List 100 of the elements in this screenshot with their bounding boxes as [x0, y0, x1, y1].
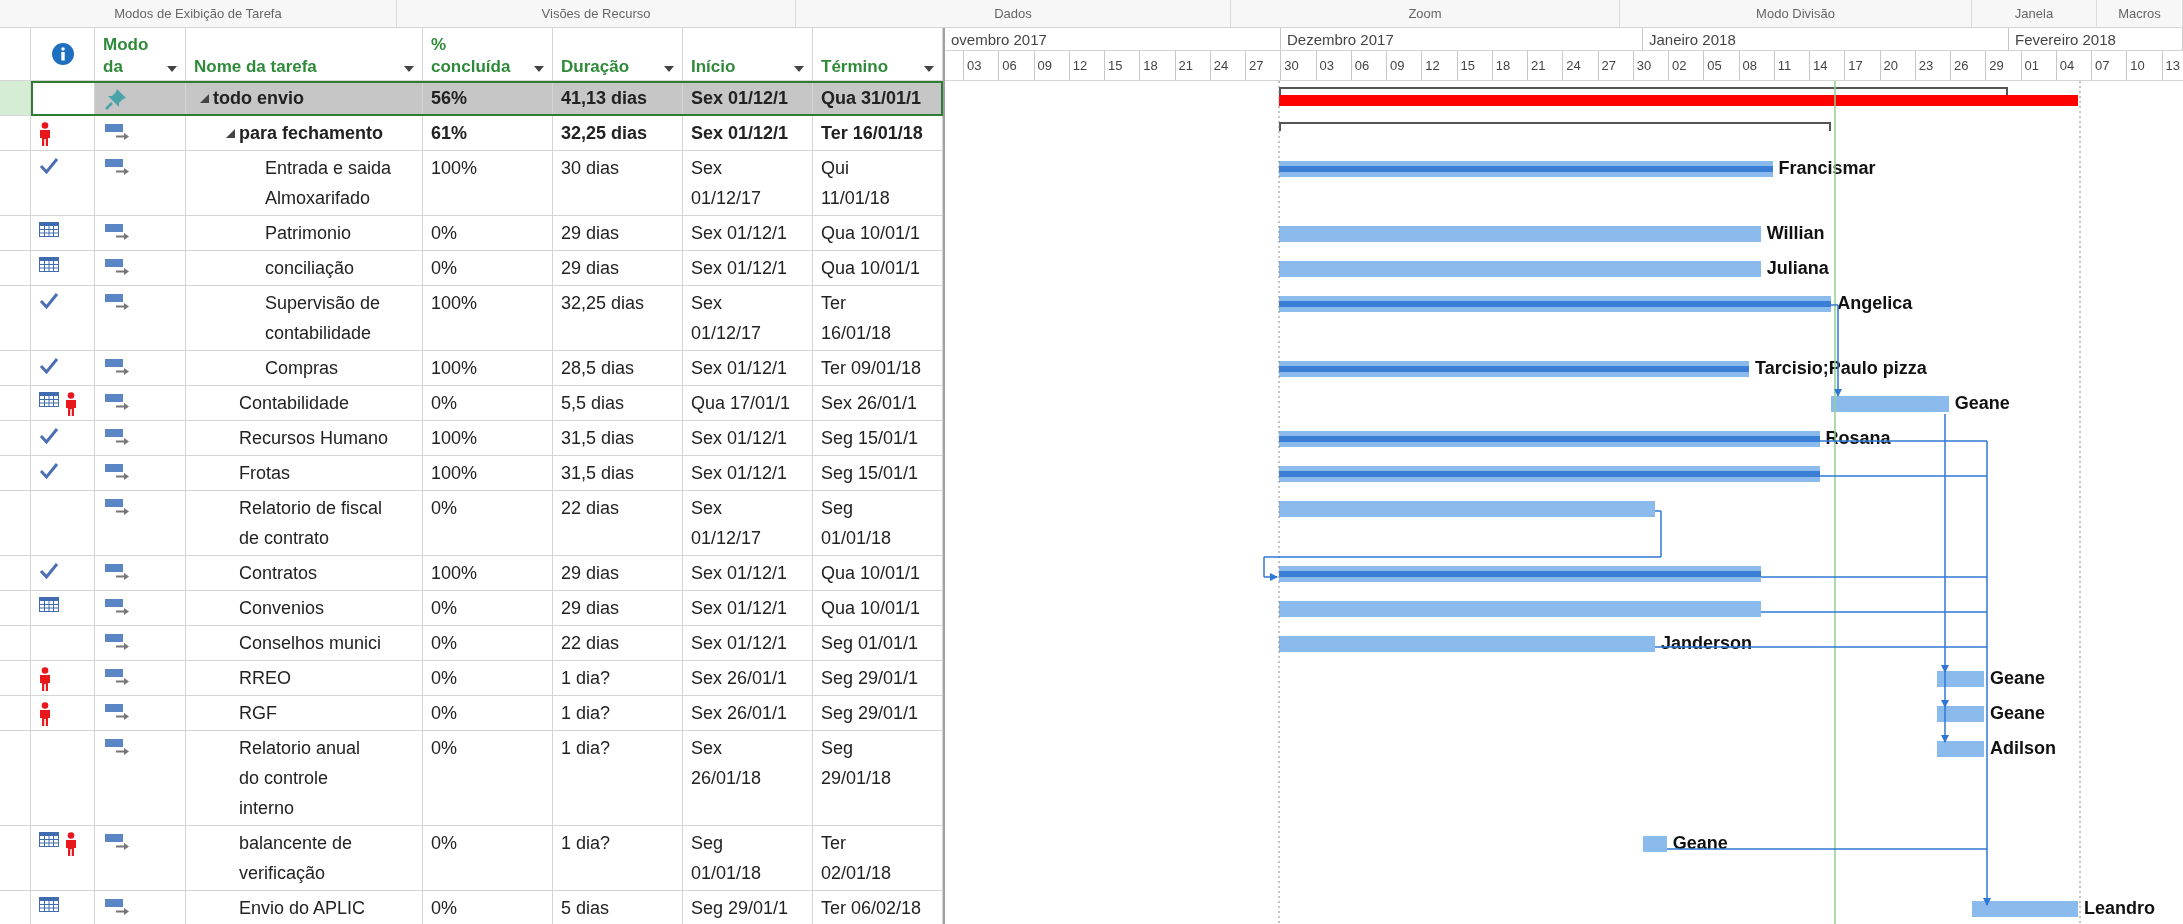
percent-complete-cell: 0% [423, 661, 553, 696]
start-date-cell-text: Sex 01/12/1 [691, 357, 789, 380]
ribbon-group-label: Zoom [1408, 4, 1442, 23]
ribbon-group-label: Janela [2014, 4, 2054, 23]
duration-cell: 29 dias [553, 216, 683, 251]
start-date-cell-text: Qua 17/01/1 [691, 392, 792, 415]
start-date-cell-text: Seg 01/01/18 [691, 832, 762, 885]
task-name: conciliação [265, 257, 355, 280]
start-date-cell-text: Sex 26/01/18 [691, 737, 762, 790]
finish-date-cell-text: Sex 26/01/1 [821, 392, 919, 415]
duration-cell: 1 dia? [553, 731, 683, 826]
duration-cell: 30 dias [553, 151, 683, 216]
day-label: 04 [2059, 56, 2075, 75]
day-label: 01 [2024, 56, 2039, 75]
percent-complete-cell: 0% [423, 626, 553, 661]
day-label: 15 [1460, 56, 1475, 75]
task-name: Contabilidade [239, 392, 350, 415]
start-date-cell-text: Sex 01/12/17 [691, 157, 762, 210]
finish-date-cell-text: Qua 10/01/1 [821, 257, 922, 280]
finish-date-cell-text: Seg 15/01/1 [821, 427, 920, 450]
month-label: Janeiro 2018 [1649, 31, 1736, 48]
resource-label: Angelica [1837, 292, 1913, 315]
ribbon-group-label: Modo Divisão [1756, 4, 1835, 23]
day-label: 09 [1037, 56, 1052, 75]
start-date-cell-text: Sex 01/12/1 [691, 222, 789, 245]
finish-date-cell-text: Seg 01/01/1 [821, 632, 920, 655]
task-name: Patrimonio [265, 222, 352, 245]
finish-date-cell-text: Ter 06/02/18 [821, 897, 923, 920]
start-date-cell-text: Sex 01/12/1 [691, 562, 789, 585]
task-name: Entrada e saida Almoxarifado [265, 157, 393, 210]
start-date-cell-text: Sex 01/12/1 [691, 462, 789, 485]
day-label: 06 [1354, 56, 1370, 75]
start-date-cell-text: Sex 01/12/1 [691, 632, 789, 655]
day-label: 24 [1213, 56, 1229, 75]
percent-complete-cell: 100% [423, 421, 553, 456]
day-label: 20 [1883, 56, 1898, 75]
start-date-cell-text: Sex 01/12/1 [691, 427, 789, 450]
start-date-cell-text: Sex 01/12/1 [691, 87, 790, 110]
percent-complete-cell: 56% [423, 81, 553, 116]
task-name: balancente de verificação [239, 832, 354, 885]
resource-label: Willian [1766, 222, 1825, 245]
task-name: para fechamento [239, 122, 384, 145]
day-label: 12 [1425, 56, 1440, 75]
task-name: Contratos [239, 562, 318, 585]
ribbon-group-label: Dados [994, 4, 1032, 23]
duration-cell: 41,13 dias [553, 81, 683, 116]
duration-cell: 1 dia? [553, 696, 683, 731]
percent-complete-cell: 0% [423, 216, 553, 251]
duration-cell: 1 dia? [553, 661, 683, 696]
task-name: Conselhos munici [239, 632, 382, 655]
resource-label: Geane [1672, 832, 1728, 855]
duration-cell: 1 dia? [553, 826, 683, 891]
day-label: 27 [1601, 56, 1616, 75]
start-date-cell-text: Sex 26/01/1 [691, 702, 789, 725]
duration-cell: 29 dias [553, 591, 683, 626]
start-date-cell-text: Sex 01/12/1 [691, 122, 790, 145]
day-label: 09 [1390, 56, 1405, 75]
finish-date-cell-text: Qui 11/01/18 [821, 157, 890, 210]
percent-complete-cell: 100% [423, 151, 553, 216]
start-date-cell-text: Sex 01/12/17 [691, 292, 762, 345]
finish-date-cell-text: Seg 01/01/18 [821, 497, 892, 550]
duration-cell: 22 dias [553, 626, 683, 661]
task-name: Envio do APLIC [239, 897, 366, 920]
finish-date-cell-text: Seg 29/01/18 [821, 737, 892, 790]
finish-date-cell-text: Seg 15/01/1 [821, 462, 920, 485]
day-label: 10 [2130, 56, 2145, 75]
resource-label: Francismar [1778, 157, 1876, 180]
start-date-cell-text: Sex 01/12/17 [691, 497, 762, 550]
day-label: 18 [1495, 56, 1511, 75]
duration-cell: 31,5 dias [553, 456, 683, 491]
task-name: RREO [239, 667, 291, 690]
start-date-cell-text: Sex 01/12/1 [691, 257, 789, 280]
task-name: Frotas [239, 462, 290, 485]
resource-label: Juliana [1766, 257, 1829, 280]
percent-complete-cell: 0% [423, 826, 553, 891]
duration-cell: 32,25 dias [553, 286, 683, 351]
percent-complete-cell: 100% [423, 456, 553, 491]
percent-complete-cell: 0% [423, 251, 553, 286]
percent-complete-cell: 0% [423, 696, 553, 731]
day-label: 21 [1178, 56, 1193, 75]
day-label: 26 [1954, 56, 1969, 75]
month-label: Dezembro 2017 [1287, 31, 1394, 48]
finish-date-cell-text: Ter 16/01/18 [821, 292, 892, 345]
finish-date-cell-text: Qua 10/01/1 [821, 597, 922, 620]
finish-date-cell-text: Qua 10/01/1 [821, 562, 922, 585]
start-date-cell-text: Sex 01/12/1 [691, 597, 789, 620]
percent-complete-cell: 0% [423, 491, 553, 556]
task-name: Supervisão de contabilidade [265, 292, 382, 345]
day-label: 17 [1848, 56, 1863, 75]
day-label: 02 [1672, 56, 1687, 75]
duration-cell: 28,5 dias [553, 351, 683, 386]
finish-date-cell-text: Ter 09/01/18 [821, 357, 923, 380]
day-label: 21 [1531, 56, 1546, 75]
finish-date-cell-text: Qua 10/01/1 [821, 222, 922, 245]
day-label: 03 [1319, 56, 1334, 75]
day-label: 15 [1108, 56, 1123, 75]
day-label: 30 [1636, 56, 1652, 75]
ribbon-group-label: Macros [2118, 4, 2161, 23]
finish-date-cell-text: Seg 29/01/1 [821, 702, 920, 725]
percent-complete-cell: 0% [423, 591, 553, 626]
